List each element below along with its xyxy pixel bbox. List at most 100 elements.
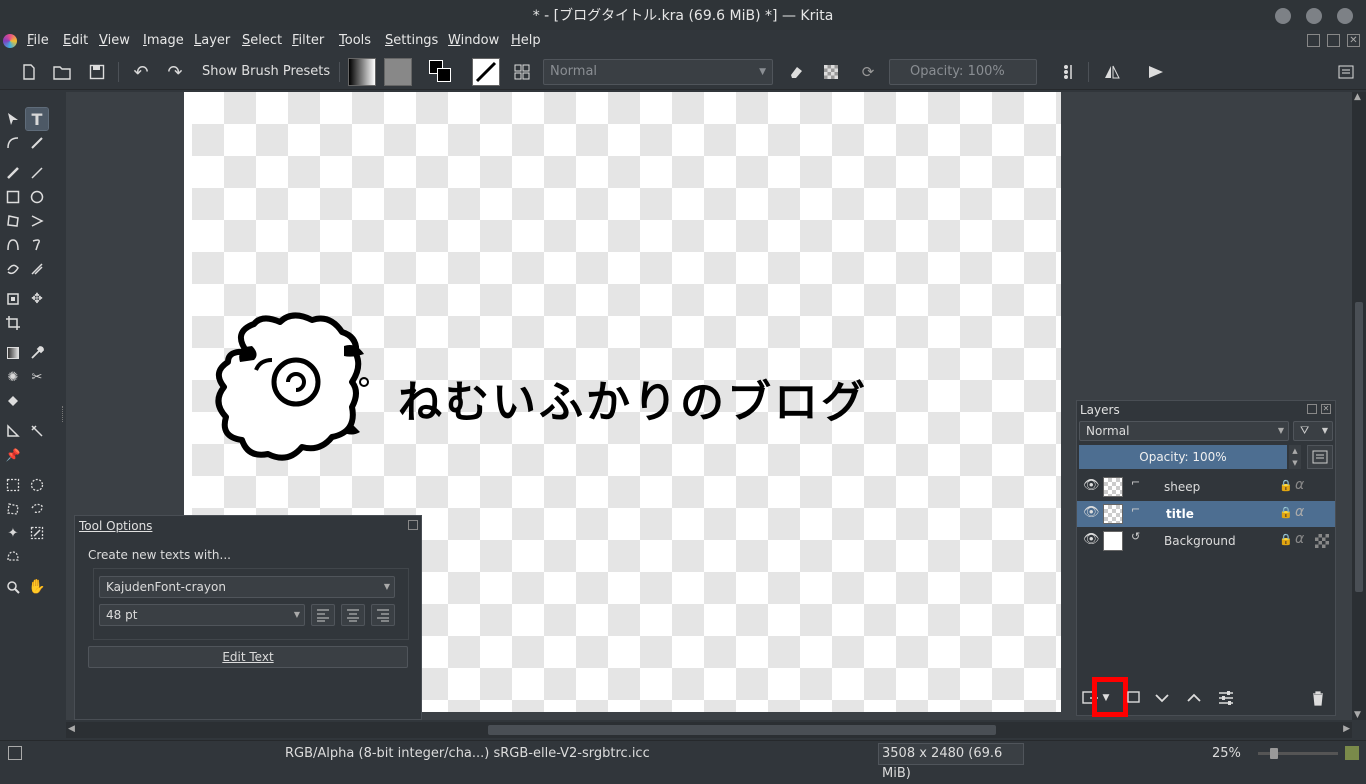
freehand-selection-tool-icon[interactable] xyxy=(26,498,48,520)
redo-icon[interactable]: ↷ xyxy=(163,60,187,84)
inherit-alpha-icon[interactable] xyxy=(1315,534,1329,548)
edit-text-button[interactable]: Edit Text xyxy=(88,646,408,668)
freehand-path-tool-icon[interactable] xyxy=(26,234,48,256)
eraser-icon[interactable] xyxy=(784,60,808,84)
maximize-button[interactable] xyxy=(1306,8,1322,24)
zoom-slider-handle[interactable] xyxy=(1270,748,1278,759)
transform-tool-icon[interactable] xyxy=(2,288,24,310)
opacity-spinner[interactable]: ▲ ▼ xyxy=(1289,445,1301,469)
add-layer-dropdown-button[interactable]: ▼ xyxy=(1097,689,1115,707)
image-size-label[interactable]: 3508 x 2480 (69.6 MiB) xyxy=(878,743,1024,781)
similar-color-selection-tool-icon[interactable] xyxy=(26,522,48,544)
gradient-preset-icon[interactable] xyxy=(348,58,376,86)
multibrush-tool-icon[interactable] xyxy=(26,258,48,280)
close-docker-icon[interactable]: ✕ xyxy=(1321,404,1331,414)
align-right-button[interactable] xyxy=(371,604,395,626)
visibility-eye-icon[interactable]: 👁 xyxy=(1083,505,1100,520)
ruler-tool-icon[interactable] xyxy=(26,420,48,442)
polygonal-selection-tool-icon[interactable] xyxy=(2,498,24,520)
menu-settings[interactable]: Settings xyxy=(385,33,438,48)
zoom-tool-icon[interactable] xyxy=(2,576,24,598)
lock-icon[interactable]: 🔒 xyxy=(1279,506,1293,519)
align-left-button[interactable] xyxy=(311,604,335,626)
menu-help[interactable]: Help xyxy=(511,33,541,48)
layer-name[interactable]: Background xyxy=(1164,534,1236,548)
zoom-slider[interactable] xyxy=(1258,748,1338,759)
float-docker-icon[interactable] xyxy=(1307,404,1317,414)
selection-indicator-icon[interactable] xyxy=(8,746,22,760)
bezier-selection-tool-icon[interactable] xyxy=(2,546,24,568)
fill-tool-icon[interactable] xyxy=(2,390,24,412)
edit-shapes-tool-icon[interactable] xyxy=(2,132,24,154)
pan-tool-icon[interactable]: ✋ xyxy=(26,576,48,598)
measure-tool-icon[interactable] xyxy=(2,420,24,442)
alpha-lock-icon[interactable]: α xyxy=(1295,477,1304,493)
menu-file[interactable]: File xyxy=(27,33,49,48)
close-document-icon[interactable]: ✕ xyxy=(1347,34,1360,47)
preserve-alpha-icon[interactable] xyxy=(819,60,843,84)
duplicate-layer-icon[interactable] xyxy=(1125,689,1143,707)
layer-row-sheep[interactable]: 👁 ⌐ sheep 🔒 α xyxy=(1077,474,1335,500)
pattern-preset-icon[interactable] xyxy=(384,58,412,86)
brush-preset-icon[interactable] xyxy=(472,58,500,86)
line-tool-icon[interactable] xyxy=(26,162,48,184)
calligraphy-tool-icon[interactable] xyxy=(26,132,48,154)
foreground-background-color-icon[interactable] xyxy=(427,58,457,86)
layer-properties-sliders-icon[interactable] xyxy=(1217,689,1235,707)
menu-layer[interactable]: Layer xyxy=(194,33,230,48)
layer-properties-icon[interactable] xyxy=(1307,445,1333,469)
move-layer-down-icon[interactable] xyxy=(1153,689,1171,707)
delete-layer-icon[interactable] xyxy=(1309,689,1327,707)
opacity-slider[interactable]: Opacity: 100% xyxy=(889,59,1037,85)
menu-edit[interactable]: Edit xyxy=(63,33,88,48)
smart-patch-tool-icon[interactable]: ✺ xyxy=(2,366,24,388)
mirror-settings-icon[interactable] xyxy=(1056,60,1080,84)
layer-blend-mode-select[interactable]: Normal ▼ xyxy=(1079,421,1289,441)
layer-name[interactable]: title xyxy=(1166,507,1194,521)
layer-filter-button[interactable]: ⛛ ▼ xyxy=(1293,421,1333,441)
bezier-curve-tool-icon[interactable] xyxy=(2,234,24,256)
layer-name[interactable]: sheep xyxy=(1164,480,1200,494)
freehand-brush-tool-icon[interactable] xyxy=(2,162,24,184)
horizontal-scrollbar[interactable]: ◀ ▶ xyxy=(66,722,1352,738)
move-tool-icon[interactable]: ✥ xyxy=(26,288,48,310)
gradient-tool-icon[interactable] xyxy=(2,342,24,364)
font-family-select[interactable]: KajudenFont-crayon ▼ xyxy=(99,576,395,598)
minimize-button[interactable] xyxy=(1275,8,1291,24)
restore-document-icon[interactable] xyxy=(1307,34,1320,47)
zoom-level-label[interactable]: 25% xyxy=(1212,746,1241,761)
layer-row-background[interactable]: 👁 ↺ Background 🔒 α xyxy=(1077,528,1335,554)
rectangle-tool-icon[interactable] xyxy=(2,186,24,208)
font-size-select[interactable]: 48 pt ▼ xyxy=(99,604,305,626)
show-brush-presets-button[interactable]: Show Brush Presets xyxy=(202,64,330,79)
open-folder-icon[interactable] xyxy=(50,60,74,84)
polygon-tool-icon[interactable] xyxy=(2,210,24,232)
lock-icon[interactable]: 🔒 xyxy=(1279,479,1293,492)
select-shapes-tool-icon[interactable] xyxy=(2,108,24,130)
text-tool-icon[interactable]: T xyxy=(25,107,49,131)
lock-icon[interactable]: 🔒 xyxy=(1279,533,1293,546)
ellipse-tool-icon[interactable] xyxy=(26,186,48,208)
menu-select[interactable]: Select xyxy=(242,33,282,48)
toolbox-splitter[interactable] xyxy=(62,406,64,422)
soft-proofing-icon[interactable] xyxy=(1345,746,1359,760)
align-center-button[interactable] xyxy=(341,604,365,626)
vertical-scroll-thumb[interactable] xyxy=(1355,302,1363,592)
blend-mode-select[interactable]: Normal ▼ xyxy=(543,59,773,85)
assistant-tool-icon[interactable]: ✂ xyxy=(26,366,48,388)
menu-filter[interactable]: Filter xyxy=(292,33,324,48)
alpha-lock-icon[interactable]: α xyxy=(1295,504,1304,520)
reference-images-tool-icon[interactable]: 📌 xyxy=(2,444,24,466)
horizontal-scroll-thumb[interactable] xyxy=(488,725,996,735)
visibility-eye-icon[interactable]: 👁 xyxy=(1083,478,1100,493)
rectangular-selection-tool-icon[interactable] xyxy=(2,474,24,496)
alpha-lock-icon[interactable]: α xyxy=(1295,531,1304,547)
float-document-icon[interactable] xyxy=(1327,34,1340,47)
layer-opacity-slider[interactable]: Opacity: 100% xyxy=(1079,445,1287,469)
dynamic-brush-tool-icon[interactable] xyxy=(2,258,24,280)
layer-row-title[interactable]: 👁 ⌐ title 🔒 α xyxy=(1077,501,1335,527)
vertical-mirror-icon[interactable] xyxy=(1144,60,1168,84)
brush-editor-icon[interactable] xyxy=(510,60,534,84)
float-docker-icon[interactable] xyxy=(408,520,418,530)
color-picker-tool-icon[interactable] xyxy=(26,342,48,364)
